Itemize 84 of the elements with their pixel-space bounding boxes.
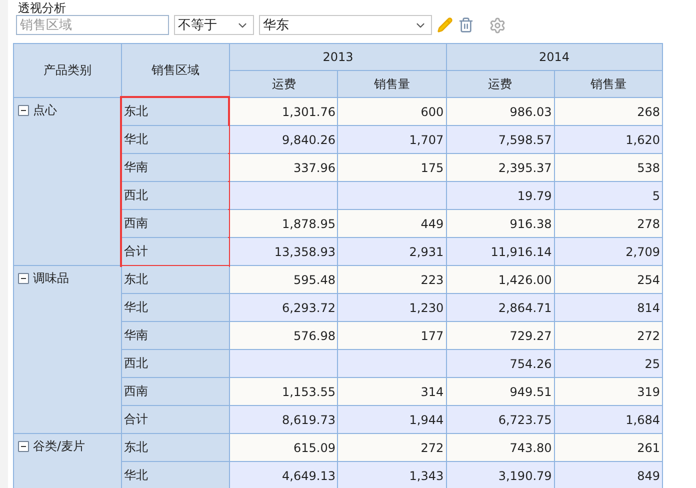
category-label: 点心 [33, 102, 57, 119]
value-cell: 1,230 [338, 294, 446, 322]
region-cell: 华北 [122, 126, 230, 154]
field-input[interactable]: 销售区域 [16, 15, 169, 35]
category-label: 调味品 [33, 270, 69, 287]
value-cell: 223 [338, 266, 446, 294]
value-cell: 949.51 [446, 378, 554, 406]
region-cell: 华南 [122, 322, 230, 350]
value-cell: 1,301.76 [230, 98, 338, 126]
value-cell: 849 [554, 462, 662, 488]
region-cell: 合计 [122, 238, 230, 266]
value-cell: 986.03 [446, 98, 554, 126]
region-cell: 西北 [122, 350, 230, 378]
value-cell: 6,293.72 [230, 294, 338, 322]
value-cell: 538 [554, 154, 662, 182]
region-cell: 华北 [122, 294, 230, 322]
region-cell: 西南 [122, 210, 230, 238]
value-select[interactable]: 华东 [259, 15, 432, 35]
value-cell: 272 [338, 434, 446, 462]
column-header: 销售区域 [122, 44, 230, 98]
value-cell: 175 [338, 154, 446, 182]
value-cell: 278 [554, 210, 662, 238]
value-cell: 1,944 [338, 406, 446, 434]
value-cell: 1,343 [338, 462, 446, 488]
value-cell: 19.79 [446, 182, 554, 210]
value-cell: 4,649.13 [230, 462, 338, 488]
value-cell: 1,684 [554, 406, 662, 434]
measure-header: 运费 [230, 70, 338, 98]
value-cell: 814 [554, 294, 662, 322]
column-header: 产品类别 [14, 44, 122, 98]
value-cell: 337.96 [230, 154, 338, 182]
region-cell: 西北 [122, 182, 230, 210]
operator-select[interactable]: 不等于 [174, 15, 254, 35]
region-cell: 东北 [122, 434, 230, 462]
region-cell: 合计 [122, 406, 230, 434]
value-cell: 1,153.55 [230, 378, 338, 406]
value-cell: 615.09 [230, 434, 338, 462]
value-cell: 729.27 [446, 322, 554, 350]
value-cell: 11,916.14 [446, 238, 554, 266]
page-title: 透视分析 [17, 1, 66, 15]
value-cell: 254 [554, 266, 662, 294]
value-cell: 268 [554, 98, 662, 126]
value-cell: 2,709 [554, 238, 662, 266]
value-cell: 449 [338, 210, 446, 238]
value-cell: 576.98 [230, 322, 338, 350]
value-cell: 3,190.79 [446, 462, 554, 488]
value-cell: 1,878.95 [230, 210, 338, 238]
value-cell: 9,840.26 [230, 126, 338, 154]
value-cell: 1,426.00 [446, 266, 554, 294]
value-cell: 5 [554, 182, 662, 210]
value-cell: 6,723.75 [446, 406, 554, 434]
measure-header: 运费 [446, 70, 554, 98]
region-cell: 西南 [122, 378, 230, 406]
value-cell: 2,864.71 [446, 294, 554, 322]
collapse-icon[interactable] [18, 105, 29, 116]
value-cell: 8,619.73 [230, 406, 338, 434]
value-cell: 600 [338, 98, 446, 126]
value-cell: 319 [554, 378, 662, 406]
collapse-icon[interactable] [18, 273, 29, 284]
region-cell: 东北 [122, 266, 230, 294]
value-cell: 177 [338, 322, 446, 350]
collapse-icon[interactable] [18, 441, 29, 452]
value-cell: 916.38 [446, 210, 554, 238]
value-cell: 2,931 [338, 238, 446, 266]
value-cell: 13,358.93 [230, 238, 338, 266]
value-cell: 1,620 [554, 126, 662, 154]
measure-header: 销售量 [338, 70, 446, 98]
region-cell: 华北 [122, 462, 230, 488]
value-cell: 1,707 [338, 126, 446, 154]
year-header: 2014 [446, 44, 662, 70]
value-cell: 595.48 [230, 266, 338, 294]
value-cell: 25 [554, 350, 662, 378]
value-cell: 754.26 [446, 350, 554, 378]
value-cell: 314 [338, 378, 446, 406]
value-cell: 272 [554, 322, 662, 350]
year-header: 2013 [230, 44, 446, 70]
value-cell: 261 [554, 434, 662, 462]
measure-header: 销售量 [554, 70, 662, 98]
value-cell: 743.80 [446, 434, 554, 462]
value-cell: 7,598.57 [446, 126, 554, 154]
value-cell: 2,395.37 [446, 154, 554, 182]
trash-icon[interactable] [458, 17, 474, 33]
region-cell: 华南 [122, 154, 230, 182]
category-label: 谷类/麦片 [33, 438, 86, 455]
